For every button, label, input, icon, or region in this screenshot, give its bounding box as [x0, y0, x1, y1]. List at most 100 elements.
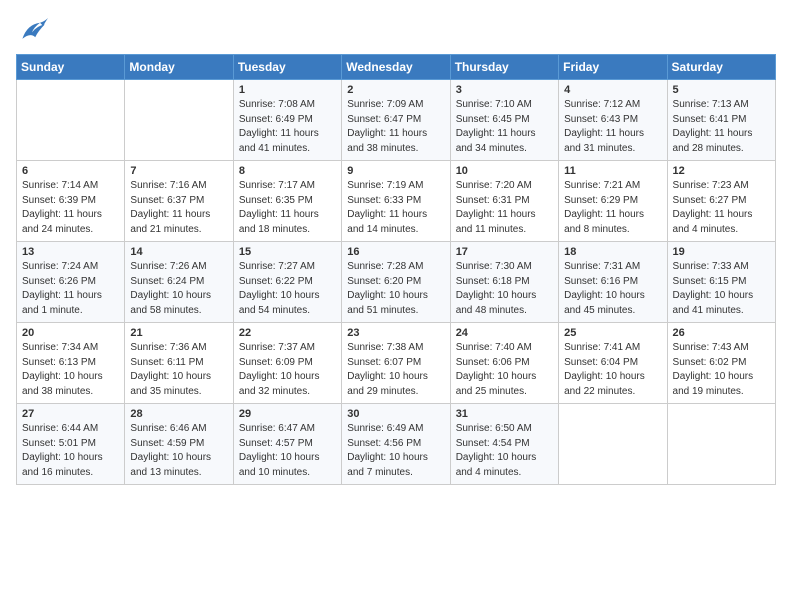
calendar-cell: 8 Sunrise: 7:17 AMSunset: 6:35 PMDaylight…	[233, 161, 341, 242]
calendar-cell: 25Sunrise: 7:41 AMSunset: 6:04 PMDayligh…	[559, 323, 667, 404]
day-info: Sunrise: 7:12 AMSunset: 6:43 PMDaylight:…	[564, 98, 661, 156]
day-number: 4	[564, 84, 661, 96]
day-number: 30	[347, 408, 444, 420]
day-number: 3	[456, 84, 553, 96]
day-number: 13	[22, 246, 119, 258]
day-info: Sunrise: 7:13 AMSunset: 6:41 PMDaylight:…	[673, 98, 770, 156]
day-number: 12	[673, 165, 770, 177]
calendar-cell: 2Sunrise: 7:09 AMSunset: 6:47 PMDaylight…	[342, 80, 450, 161]
calendar-week-2: 6 Sunrise: 7:14 AMSunset: 6:39 PMDaylight…	[17, 161, 776, 242]
calendar-cell	[17, 80, 125, 161]
day-number: 21	[130, 327, 227, 339]
calendar-cell: 19Sunrise: 7:33 AMSunset: 6:15 PMDayligh…	[667, 242, 775, 323]
day-info: Sunrise: 7:37 AMSunset: 6:09 PMDaylight:…	[239, 341, 336, 399]
day-number: 18	[564, 246, 661, 258]
calendar-table: SundayMondayTuesdayWednesdayThursdayFrid…	[16, 54, 776, 485]
day-number: 31	[456, 408, 553, 420]
calendar-cell	[559, 404, 667, 485]
day-info: Sunrise: 7:14 AMSunset: 6:39 PMDaylight:…	[22, 179, 119, 237]
calendar-cell: 3 Sunrise: 7:10 AMSunset: 6:45 PMDaylight…	[450, 80, 558, 161]
day-number: 16	[347, 246, 444, 258]
calendar-cell: 16Sunrise: 7:28 AMSunset: 6:20 PMDayligh…	[342, 242, 450, 323]
calendar-cell: 29 Sunrise: 6:47 AMSunset: 4:57 PMDayligh…	[233, 404, 341, 485]
day-number: 8	[239, 165, 336, 177]
day-info: Sunrise: 7:10 AMSunset: 6:45 PMDaylight:…	[456, 98, 553, 156]
day-number: 11	[564, 165, 661, 177]
logo-icon	[16, 16, 48, 44]
logo	[16, 16, 52, 44]
day-number: 24	[456, 327, 553, 339]
calendar-cell: 22 Sunrise: 7:37 AMSunset: 6:09 PMDayligh…	[233, 323, 341, 404]
day-info: Sunrise: 7:23 AMSunset: 6:27 PMDaylight:…	[673, 179, 770, 237]
calendar-cell: 27 Sunrise: 6:44 AMSunset: 5:01 PMDayligh…	[17, 404, 125, 485]
calendar-cell: 26 Sunrise: 7:43 AMSunset: 6:02 PMDayligh…	[667, 323, 775, 404]
day-info: Sunrise: 7:31 AMSunset: 6:16 PMDaylight:…	[564, 260, 661, 318]
calendar-header-row: SundayMondayTuesdayWednesdayThursdayFrid…	[17, 55, 776, 80]
day-header-saturday: Saturday	[667, 55, 775, 80]
calendar-cell: 9 Sunrise: 7:19 AMSunset: 6:33 PMDaylight…	[342, 161, 450, 242]
calendar-cell: 13 Sunrise: 7:24 AMSunset: 6:26 PMDayligh…	[17, 242, 125, 323]
day-number: 17	[456, 246, 553, 258]
calendar-cell: 23Sunrise: 7:38 AMSunset: 6:07 PMDayligh…	[342, 323, 450, 404]
calendar-cell: 7Sunrise: 7:16 AMSunset: 6:37 PMDaylight…	[125, 161, 233, 242]
calendar-cell: 6 Sunrise: 7:14 AMSunset: 6:39 PMDaylight…	[17, 161, 125, 242]
calendar-cell: 18 Sunrise: 7:31 AMSunset: 6:16 PMDayligh…	[559, 242, 667, 323]
calendar-cell: 31 Sunrise: 6:50 AMSunset: 4:54 PMDayligh…	[450, 404, 558, 485]
day-info: Sunrise: 7:17 AMSunset: 6:35 PMDaylight:…	[239, 179, 336, 237]
day-number: 6	[22, 165, 119, 177]
day-header-sunday: Sunday	[17, 55, 125, 80]
calendar-cell: 20Sunrise: 7:34 AMSunset: 6:13 PMDayligh…	[17, 323, 125, 404]
day-header-friday: Friday	[559, 55, 667, 80]
day-number: 28	[130, 408, 227, 420]
day-info: Sunrise: 6:50 AMSunset: 4:54 PMDaylight:…	[456, 422, 553, 480]
day-info: Sunrise: 6:44 AMSunset: 5:01 PMDaylight:…	[22, 422, 119, 480]
day-number: 1	[239, 84, 336, 96]
day-header-wednesday: Wednesday	[342, 55, 450, 80]
day-info: Sunrise: 7:38 AMSunset: 6:07 PMDaylight:…	[347, 341, 444, 399]
day-number: 5	[673, 84, 770, 96]
day-number: 2	[347, 84, 444, 96]
day-info: Sunrise: 7:40 AMSunset: 6:06 PMDaylight:…	[456, 341, 553, 399]
calendar-cell	[125, 80, 233, 161]
day-info: Sunrise: 7:08 AMSunset: 6:49 PMDaylight:…	[239, 98, 336, 156]
calendar-week-1: 1 Sunrise: 7:08 AMSunset: 6:49 PMDaylight…	[17, 80, 776, 161]
calendar-cell: 4 Sunrise: 7:12 AMSunset: 6:43 PMDaylight…	[559, 80, 667, 161]
calendar-week-4: 20Sunrise: 7:34 AMSunset: 6:13 PMDayligh…	[17, 323, 776, 404]
day-number: 9	[347, 165, 444, 177]
day-number: 29	[239, 408, 336, 420]
day-number: 14	[130, 246, 227, 258]
day-number: 15	[239, 246, 336, 258]
day-number: 19	[673, 246, 770, 258]
day-info: Sunrise: 7:26 AMSunset: 6:24 PMDaylight:…	[130, 260, 227, 318]
day-info: Sunrise: 7:43 AMSunset: 6:02 PMDaylight:…	[673, 341, 770, 399]
day-number: 26	[673, 327, 770, 339]
page-header	[16, 16, 776, 44]
day-info: Sunrise: 7:36 AMSunset: 6:11 PMDaylight:…	[130, 341, 227, 399]
calendar-cell: 10Sunrise: 7:20 AMSunset: 6:31 PMDayligh…	[450, 161, 558, 242]
calendar-week-5: 27 Sunrise: 6:44 AMSunset: 5:01 PMDayligh…	[17, 404, 776, 485]
calendar-cell: 24 Sunrise: 7:40 AMSunset: 6:06 PMDayligh…	[450, 323, 558, 404]
day-info: Sunrise: 7:27 AMSunset: 6:22 PMDaylight:…	[239, 260, 336, 318]
day-header-tuesday: Tuesday	[233, 55, 341, 80]
day-info: Sunrise: 7:21 AMSunset: 6:29 PMDaylight:…	[564, 179, 661, 237]
day-info: Sunrise: 6:49 AMSunset: 4:56 PMDaylight:…	[347, 422, 444, 480]
calendar-cell: 21 Sunrise: 7:36 AMSunset: 6:11 PMDayligh…	[125, 323, 233, 404]
day-number: 27	[22, 408, 119, 420]
calendar-cell: 30 Sunrise: 6:49 AMSunset: 4:56 PMDayligh…	[342, 404, 450, 485]
calendar-cell: 14 Sunrise: 7:26 AMSunset: 6:24 PMDayligh…	[125, 242, 233, 323]
day-number: 22	[239, 327, 336, 339]
day-info: Sunrise: 7:19 AMSunset: 6:33 PMDaylight:…	[347, 179, 444, 237]
calendar-cell: 1 Sunrise: 7:08 AMSunset: 6:49 PMDaylight…	[233, 80, 341, 161]
day-header-monday: Monday	[125, 55, 233, 80]
calendar-cell: 12 Sunrise: 7:23 AMSunset: 6:27 PMDayligh…	[667, 161, 775, 242]
day-info: Sunrise: 7:16 AMSunset: 6:37 PMDaylight:…	[130, 179, 227, 237]
day-info: Sunrise: 7:24 AMSunset: 6:26 PMDaylight:…	[22, 260, 119, 318]
calendar-cell: 17Sunrise: 7:30 AMSunset: 6:18 PMDayligh…	[450, 242, 558, 323]
day-info: Sunrise: 7:20 AMSunset: 6:31 PMDaylight:…	[456, 179, 553, 237]
day-info: Sunrise: 6:47 AMSunset: 4:57 PMDaylight:…	[239, 422, 336, 480]
calendar-cell: 15 Sunrise: 7:27 AMSunset: 6:22 PMDayligh…	[233, 242, 341, 323]
calendar-week-3: 13 Sunrise: 7:24 AMSunset: 6:26 PMDayligh…	[17, 242, 776, 323]
calendar-cell: 5 Sunrise: 7:13 AMSunset: 6:41 PMDaylight…	[667, 80, 775, 161]
calendar-cell: 11 Sunrise: 7:21 AMSunset: 6:29 PMDayligh…	[559, 161, 667, 242]
day-info: Sunrise: 6:46 AMSunset: 4:59 PMDaylight:…	[130, 422, 227, 480]
